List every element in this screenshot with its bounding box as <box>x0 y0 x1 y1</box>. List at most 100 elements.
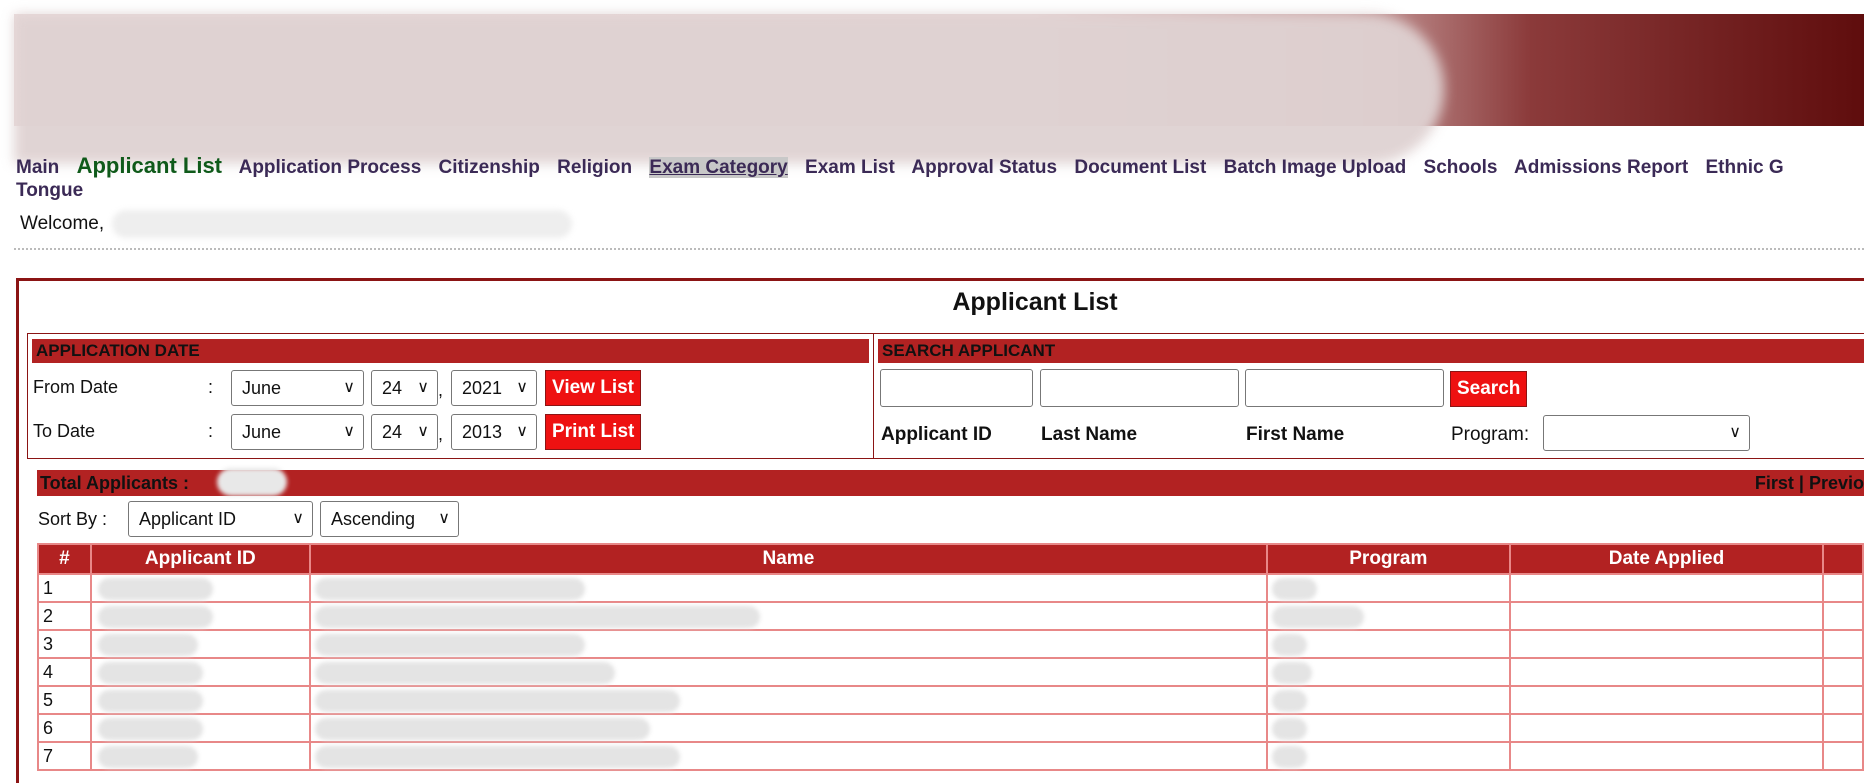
applicant-id-cell[interactable] <box>89 713 311 743</box>
table-row[interactable]: 6 <box>37 713 1864 743</box>
row-number: 1 <box>37 573 92 603</box>
from-month-value: June <box>242 378 282 398</box>
applicant-id-cell[interactable] <box>89 657 311 687</box>
from-year-select[interactable]: 2021 ∨ <box>451 370 537 406</box>
applicant-id-input[interactable] <box>880 369 1033 407</box>
to-day-value: 24 <box>382 422 403 442</box>
row-number: 4 <box>37 657 92 687</box>
menu-exam-list[interactable]: Exam List <box>805 157 895 178</box>
col-header-name[interactable]: Name <box>308 543 1268 575</box>
from-month-select[interactable]: June ∨ <box>231 370 364 406</box>
menu-admissions-report[interactable]: Admissions Report <box>1514 157 1688 178</box>
redacted-value <box>314 634 585 656</box>
table-row[interactable]: 7 <box>37 741 1864 771</box>
colon: : <box>208 421 214 441</box>
date-applied-cell <box>1508 601 1825 631</box>
row-number: 3 <box>37 629 92 659</box>
col-header-date-applied[interactable]: Date Applied <box>1508 543 1825 575</box>
program-cell <box>1265 629 1511 659</box>
redacted-value <box>1271 634 1307 656</box>
program-select[interactable]: ∨ <box>1543 415 1750 451</box>
redacted-value <box>97 662 203 684</box>
extra-cell <box>1822 685 1864 715</box>
col-header-number[interactable]: # <box>37 543 92 575</box>
from-day-select[interactable]: 24 ∨ <box>371 370 438 406</box>
chevron-down-icon: ∨ <box>438 510 450 527</box>
applicant-id-cell[interactable] <box>89 573 311 603</box>
redacted-value <box>314 662 615 684</box>
col-header-applicant-id[interactable]: Applicant ID <box>89 543 311 575</box>
redacted-total <box>217 468 287 496</box>
date-applied-cell <box>1508 657 1825 687</box>
applicant-id-cell[interactable] <box>89 741 311 771</box>
redacted-value <box>97 718 203 740</box>
from-date-label: From Date <box>33 377 119 397</box>
menu-applicant-list[interactable]: Applicant List <box>77 153 222 178</box>
menu-citizenship[interactable]: Citizenship <box>439 157 540 178</box>
print-list-button[interactable]: Print List <box>545 414 642 450</box>
redacted-value <box>97 606 213 628</box>
name-cell[interactable] <box>308 713 1268 743</box>
applicant-id-cell[interactable] <box>89 629 311 659</box>
table-row[interactable]: 2 <box>37 601 1864 631</box>
sort-by-label: Sort By : <box>38 509 108 529</box>
to-month-value: June <box>242 422 282 442</box>
redacted-value <box>314 718 650 740</box>
date-applied-cell <box>1508 573 1825 603</box>
table-header-row: # Applicant ID Name Program Date Applied <box>37 543 1864 575</box>
applicant-id-cell[interactable] <box>89 601 311 631</box>
menu-exam-category[interactable]: Exam Category <box>649 157 788 178</box>
name-cell[interactable] <box>308 741 1268 771</box>
menu-ethnic-group[interactable]: Ethnic G <box>1706 157 1784 178</box>
page-title: Applicant List <box>952 288 1118 316</box>
col-header-program[interactable]: Program <box>1265 543 1511 575</box>
to-day-select[interactable]: 24 ∨ <box>371 414 438 450</box>
first-name-input[interactable] <box>1245 369 1444 407</box>
redacted-value <box>1271 718 1307 740</box>
header-banner <box>14 14 1864 164</box>
applicant-id-cell[interactable] <box>89 685 311 715</box>
chevron-down-icon: ∨ <box>417 379 429 396</box>
comma: , <box>438 380 444 400</box>
name-cell[interactable] <box>308 629 1268 659</box>
redacted-header-logo <box>14 14 1444 164</box>
menu-main[interactable]: Main <box>16 157 59 178</box>
last-name-input[interactable] <box>1040 369 1239 407</box>
sort-field-select[interactable]: Applicant ID ∨ <box>128 501 313 537</box>
to-year-value: 2013 <box>462 422 503 442</box>
menu-document-list[interactable]: Document List <box>1074 157 1206 178</box>
search-button[interactable]: Search <box>1450 371 1528 407</box>
col-header-extra <box>1822 543 1864 575</box>
menu-application-process[interactable]: Application Process <box>239 157 422 178</box>
redacted-value <box>1271 662 1312 684</box>
program-cell <box>1265 741 1511 771</box>
from-year-value: 2021 <box>462 378 503 398</box>
name-cell[interactable] <box>308 685 1268 715</box>
name-cell[interactable] <box>308 601 1268 631</box>
table-row[interactable]: 1 <box>37 573 1864 603</box>
name-cell[interactable] <box>308 573 1268 603</box>
totals-bar: Total Applicants : First | Previo <box>37 468 1864 496</box>
table-row[interactable]: 5 <box>37 685 1864 715</box>
view-list-button[interactable]: View List <box>545 370 642 406</box>
extra-cell <box>1822 573 1864 603</box>
menu-batch-image-upload[interactable]: Batch Image Upload <box>1224 157 1407 178</box>
pager[interactable]: First | Previo <box>1755 470 1864 496</box>
row-number: 2 <box>37 601 92 631</box>
chevron-down-icon: ∨ <box>516 379 528 396</box>
table-row[interactable]: 4 <box>37 657 1864 687</box>
to-year-select[interactable]: 2013 ∨ <box>451 414 537 450</box>
name-cell[interactable] <box>308 657 1268 687</box>
redacted-value <box>97 746 198 768</box>
menu-mother-tongue[interactable]: Tongue <box>16 180 83 202</box>
menu-approval-status[interactable]: Approval Status <box>911 157 1057 178</box>
menu-religion[interactable]: Religion <box>557 157 632 178</box>
redacted-value <box>97 634 198 656</box>
program-cell <box>1265 685 1511 715</box>
to-month-select[interactable]: June ∨ <box>231 414 364 450</box>
menu-schools[interactable]: Schools <box>1424 157 1498 178</box>
program-label: Program: <box>1451 424 1530 445</box>
sort-order-select[interactable]: Ascending ∨ <box>320 501 459 537</box>
table-row[interactable]: 3 <box>37 629 1864 659</box>
extra-cell <box>1822 713 1864 743</box>
